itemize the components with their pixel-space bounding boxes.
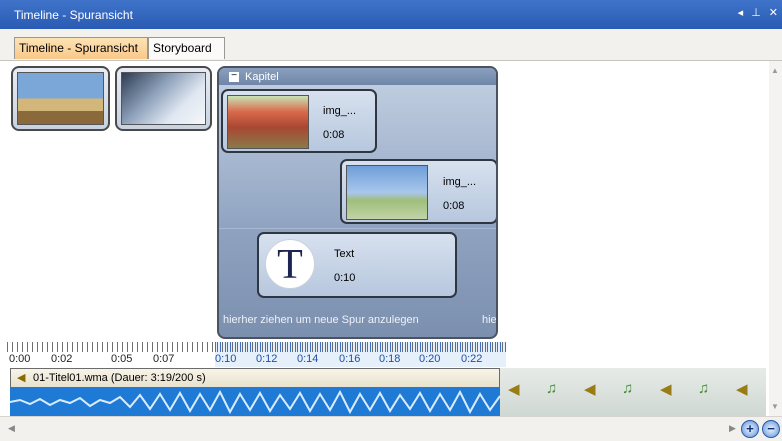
audio-track-label: 01-Titel01.wma (Dauer: 3:19/200 s) [33, 372, 206, 384]
timeline-ruler[interactable]: 0:00 0:02 0:05 0:07 0:10 0:12 0:14 0:16 … [7, 342, 769, 367]
clip-text[interactable]: T Text 0:10 [257, 232, 457, 298]
menu-arrow-icon[interactable]: ◂ [738, 6, 744, 19]
ruler-ticks-selected [215, 342, 506, 352]
speaker-icon[interactable]: ◀ [508, 380, 520, 398]
chapter-label: Kapitel [245, 70, 279, 83]
new-track-dropzone[interactable]: hierher ziehen um neue Spur anzulegen [223, 314, 419, 326]
clip-image-2[interactable]: img_... 0:08 [340, 159, 496, 224]
close-icon[interactable]: ✕ [769, 6, 778, 19]
media-thumbnail-winter[interactable] [115, 66, 212, 131]
winter-image [121, 72, 206, 125]
ruler-label: 0:07 [153, 353, 175, 365]
chapter-group[interactable]: − Kapitel img_... 0:08 img_... 0:08 T Te… [217, 66, 498, 339]
clip-duration: 0:10 [334, 272, 356, 284]
new-track-dropzone-overflow: hie [482, 314, 497, 326]
speaker-icon: ◀ [17, 372, 26, 384]
zoom-out-icon[interactable]: − [762, 420, 780, 438]
clip-duration: 0:08 [323, 129, 345, 141]
audio-track-header[interactable]: ◀ 01-Titel01.wma (Dauer: 3:19/200 s) [10, 368, 500, 388]
collapse-icon[interactable]: − [229, 70, 239, 82]
ruler-label: 0:10 [215, 353, 237, 365]
clip-name: Text [334, 248, 355, 260]
clip-image-1[interactable]: img_... 0:08 [221, 89, 377, 153]
window-title: Timeline - Spuransicht [14, 7, 133, 22]
tab-storyboard-label: Storyboard [153, 41, 212, 55]
scroll-up-icon[interactable]: ▲ [771, 66, 779, 75]
scroll-right-icon[interactable]: ▶ [729, 423, 736, 434]
vertical-scrollbar[interactable]: ▲ ▼ [769, 61, 782, 416]
ruler-label: 0:05 [111, 353, 133, 365]
ruler-label: 0:00 [9, 353, 31, 365]
speaker-icon[interactable]: ◀ [584, 380, 596, 398]
chapter-header[interactable]: − Kapitel [219, 68, 496, 85]
ruler-label: 0:20 [419, 353, 441, 365]
window-titlebar: Timeline - Spuransicht ◂ ⊥ ✕ [0, 0, 782, 29]
speaker-icon[interactable]: ◀ [660, 380, 672, 398]
window-controls: ◂ ⊥ ✕ [738, 6, 778, 19]
zoom-in-icon[interactable]: + [741, 420, 759, 438]
meadow-thumbnail [346, 165, 428, 220]
tab-strip: Timeline - Spuransicht Storyboard [0, 29, 782, 61]
ruler-label: 0:02 [51, 353, 73, 365]
music-note-icon[interactable]: ♫ [622, 380, 633, 397]
music-note-icon[interactable]: ♫ [698, 380, 709, 397]
speaker-icon[interactable]: ◀ [736, 380, 748, 398]
ruler-label: 0:16 [339, 353, 361, 365]
ruler-label: 0:22 [461, 353, 483, 365]
clip-name: img_... [443, 176, 477, 188]
pin-icon[interactable]: ⊥ [751, 6, 761, 19]
clip-name: img_... [323, 105, 357, 117]
ruler-label: 0:12 [256, 353, 278, 365]
horizontal-scrollbar[interactable]: ◀ ▶ + − [0, 416, 782, 441]
ruler-label: 0:14 [297, 353, 319, 365]
tab-timeline[interactable]: Timeline - Spuransicht [14, 37, 148, 59]
audio-waveform[interactable] [10, 388, 500, 416]
horses-image [17, 72, 104, 125]
track-divider [219, 228, 496, 229]
waveform-graphic [10, 388, 500, 416]
orchard-thumbnail [227, 95, 309, 149]
scroll-left-icon[interactable]: ◀ [8, 423, 15, 434]
clip-duration: 0:08 [443, 200, 465, 212]
tab-storyboard[interactable]: Storyboard [148, 37, 225, 59]
audio-icon-strip: ◀ ♫ ◀ ♫ ◀ ♫ ◀ [500, 368, 766, 416]
text-clip-icon: T [265, 239, 315, 289]
music-note-icon[interactable]: ♫ [546, 380, 557, 397]
scroll-down-icon[interactable]: ▼ [771, 402, 779, 411]
ruler-label: 0:18 [379, 353, 401, 365]
media-thumbnail-horses[interactable] [11, 66, 110, 131]
tab-timeline-label: Timeline - Spuransicht [19, 41, 138, 55]
